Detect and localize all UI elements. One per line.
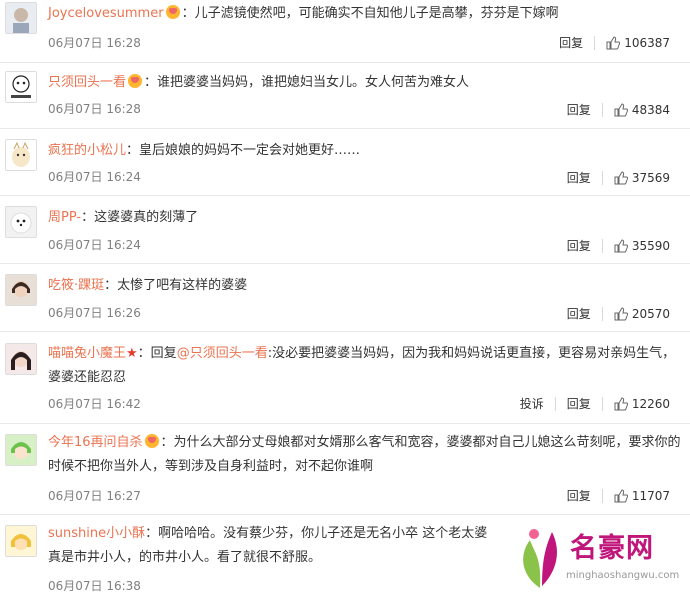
- like-button[interactable]: 37569: [614, 171, 670, 185]
- reply-button[interactable]: 回复: [567, 101, 591, 118]
- reply-prefix: ：回复: [137, 346, 177, 361]
- like-count: 48384: [631, 102, 670, 117]
- comment-item: 喵喵兔小魔王★：回复@只须回头一看:没必要把婆婆当妈妈，因为我和妈妈说话更直接，…: [0, 332, 690, 424]
- comment-actions: 投诉 回复 12260: [520, 395, 670, 412]
- comment-list: Joycelovesummer ：儿子滤镜使然吧，可能确实不自知他儿子是高攀，芬芬…: [0, 0, 690, 596]
- vip-crown-icon: [165, 5, 180, 19]
- comment-text: 周PP-：这婆婆真的刻薄了: [48, 206, 682, 230]
- like-count: 11707: [631, 488, 670, 503]
- thumbs-up-icon: [614, 488, 628, 502]
- comment-item: Joycelovesummer ：儿子滤镜使然吧，可能确实不自知他儿子是高攀，芬芬…: [0, 0, 690, 63]
- avatar[interactable]: [5, 139, 37, 171]
- comment-item: 周PP-：这婆婆真的刻薄了 06月07日 16:24 回复 35590: [0, 196, 690, 264]
- like-count: 106387: [624, 35, 670, 50]
- username-link[interactable]: 只须回头一看: [48, 75, 126, 90]
- avatar[interactable]: [5, 434, 37, 466]
- divider: [601, 306, 603, 321]
- timestamp: 06月07日 16:42: [48, 397, 141, 411]
- divider: [601, 170, 603, 185]
- watermark-title: 名豪网: [570, 533, 654, 564]
- report-button[interactable]: 投诉: [520, 395, 544, 412]
- comment-actions: 回复 106387: [559, 34, 670, 51]
- comment-body: ：这婆婆真的刻薄了: [81, 210, 199, 225]
- thumbs-up-icon: [606, 35, 621, 49]
- star-badge-icon: ★: [126, 346, 138, 361]
- avatar[interactable]: [5, 206, 37, 238]
- comment-text: 吃筱·踝珽：太惨了吧有这样的婆婆: [48, 274, 682, 298]
- timestamp: 06月07日 16:28: [48, 102, 141, 116]
- like-count: 12260: [631, 396, 670, 411]
- username-link[interactable]: 疯狂的小松儿: [48, 143, 126, 158]
- comment-text: 只须回头一看 ：谁把婆婆当妈妈，谁把媳妇当女儿。女人何苦为难女人: [48, 71, 682, 95]
- comment-actions: 回复 37569: [567, 169, 670, 186]
- username-link[interactable]: 吃筱·踝珽: [48, 278, 104, 293]
- thumbs-up-icon: [614, 306, 628, 320]
- comment-text: 疯狂的小松儿：皇后娘娘的妈妈不一定会对她更好……: [48, 139, 682, 163]
- like-count: 20570: [631, 306, 670, 321]
- divider: [601, 238, 603, 253]
- thumbs-up-icon: [614, 170, 628, 184]
- leaf-logo-icon: [523, 529, 557, 588]
- like-button[interactable]: 48384: [614, 103, 670, 117]
- thumbs-up-icon: [614, 102, 628, 116]
- avatar[interactable]: [5, 274, 37, 306]
- divider: [601, 488, 603, 503]
- timestamp: 06月07日 16:26: [48, 306, 141, 320]
- comment-actions: 回复 11707: [567, 487, 670, 504]
- vip-crown-icon: [128, 74, 143, 88]
- vip-crown-icon: [144, 434, 159, 448]
- reply-button[interactable]: 回复: [567, 305, 591, 322]
- comment-text: Joycelovesummer ：儿子滤镜使然吧，可能确实不自知他儿子是高攀，芬芬…: [48, 2, 682, 26]
- username-link[interactable]: Joycelovesummer: [48, 6, 164, 21]
- timestamp: 06月07日 16:28: [48, 36, 141, 50]
- divider: [554, 396, 556, 411]
- comment-item: 吃筱·踝珽：太惨了吧有这样的婆婆 06月07日 16:26 回复 20570: [0, 264, 690, 332]
- comment-body: ：谁把婆婆当妈妈，谁把媳妇当女儿。女人何苦为难女人: [144, 75, 470, 90]
- username-link[interactable]: 喵喵兔小魔王: [48, 346, 126, 361]
- comment-text: 喵喵兔小魔王★：回复@只须回头一看:没必要把婆婆当妈妈，因为我和妈妈说话更直接，…: [48, 342, 682, 390]
- comment-actions: 回复 35590: [567, 237, 670, 254]
- avatar[interactable]: [5, 525, 37, 557]
- comment-body: ：皇后娘娘的妈妈不一定会对她更好……: [126, 143, 361, 158]
- comment-item: 今年16再问自杀 ：为什么大部分丈母娘都对女婿那么客气和宽容，婆婆都对自己儿媳这么…: [0, 424, 690, 515]
- comment-item: 只须回头一看 ：谁把婆婆当妈妈，谁把媳妇当女儿。女人何苦为难女人 06月07日 1…: [0, 63, 690, 129]
- like-button[interactable]: 12260: [614, 397, 670, 411]
- timestamp: 06月07日 16:24: [48, 170, 141, 184]
- username-link[interactable]: 今年16再问自杀: [48, 435, 143, 450]
- watermark-url: minghaoshangwu.com: [566, 570, 680, 581]
- reply-button[interactable]: 回复: [567, 395, 591, 412]
- thumbs-up-icon: [614, 238, 628, 252]
- comment-actions: 回复 48384: [567, 101, 670, 118]
- comment-item: 疯狂的小松儿：皇后娘娘的妈妈不一定会对她更好…… 06月07日 16:24 回复…: [0, 129, 690, 196]
- username-link[interactable]: 周PP-: [48, 210, 81, 225]
- like-button[interactable]: 106387: [606, 36, 670, 50]
- reply-button[interactable]: 回复: [559, 34, 583, 51]
- reply-button[interactable]: 回复: [567, 237, 591, 254]
- username-link[interactable]: sunshine小小酥: [48, 526, 145, 541]
- divider: [601, 102, 603, 117]
- like-count: 37569: [631, 170, 670, 185]
- like-button[interactable]: 11707: [614, 489, 670, 503]
- comment-actions: 回复 20570: [567, 305, 670, 322]
- timestamp: 06月07日 16:24: [48, 238, 141, 252]
- comment-body: ：儿子滤镜使然吧，可能确实不自知他儿子是高攀，芬芬是下嫁啊: [181, 6, 559, 21]
- like-button[interactable]: 35590: [614, 239, 670, 253]
- timestamp: 06月07日 16:27: [48, 489, 141, 503]
- avatar[interactable]: [5, 343, 37, 375]
- avatar[interactable]: [5, 71, 37, 103]
- divider: [601, 396, 603, 411]
- timestamp: 06月07日 16:38: [48, 579, 141, 593]
- reply-button[interactable]: 回复: [567, 487, 591, 504]
- divider: [594, 35, 596, 50]
- avatar[interactable]: [5, 2, 37, 34]
- thumbs-up-icon: [614, 396, 628, 410]
- comment-text: sunshine小小酥：啊哈哈哈。没有蔡少芬，你儿子还是无名小卒 这个老太婆真是…: [48, 522, 500, 570]
- like-count: 35590: [631, 238, 670, 253]
- reply-button[interactable]: 回复: [567, 169, 591, 186]
- mention-link[interactable]: @只须回头一看: [177, 346, 268, 361]
- comment-text: 今年16再问自杀 ：为什么大部分丈母娘都对女婿那么客气和宽容，婆婆都对自己儿媳这么…: [48, 431, 682, 479]
- site-watermark: 名豪网 minghaoshangwu.com: [508, 520, 688, 594]
- comment-body: ：太惨了吧有这样的婆婆: [104, 278, 248, 293]
- like-button[interactable]: 20570: [614, 307, 670, 321]
